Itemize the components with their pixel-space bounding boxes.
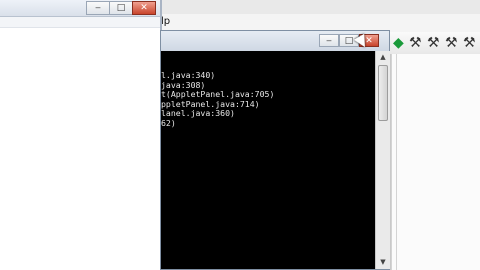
console-line: java:308) — [161, 79, 206, 90]
minimize-button[interactable]: ‒ — [86, 1, 110, 15]
console-line: t(AppletPanel.java:705) — [161, 89, 275, 100]
hammer-icon[interactable]: ⚒ — [427, 35, 440, 51]
left-window: ‒ □ ✕ — [0, 0, 162, 270]
left-window-toolbar — [0, 17, 160, 28]
scroll-up-icon[interactable]: ▲ — [376, 51, 390, 64]
console-line: ppletPanel.java:714) — [161, 98, 260, 109]
close-button[interactable]: ✕ — [132, 1, 156, 15]
console-window-buttons: ‒ □ ✕ — [319, 34, 383, 47]
green-gem-icon[interactable]: ◆ — [393, 35, 404, 51]
scrollbar-thumb[interactable] — [378, 65, 388, 121]
left-window-titlebar: ‒ □ ✕ — [0, 0, 160, 17]
ide-titlebar — [150, 0, 480, 15]
hammer-icon[interactable]: ⚒ — [445, 35, 458, 51]
minimize-button[interactable]: ‒ — [319, 34, 339, 47]
console-window: ‒ □ ✕ l.java:340) java:308) t(AppletPane… — [160, 30, 390, 270]
hammer-icon[interactable]: ⚒ — [409, 35, 422, 51]
console-line: l.java:340) — [161, 70, 216, 80]
ide-side-panel — [390, 54, 480, 270]
console-text: l.java:340) java:308) t(AppletPanel.java… — [161, 70, 375, 129]
hammer-icon[interactable]: ⚒ — [463, 35, 476, 51]
help-menu[interactable]: lp — [161, 16, 170, 27]
console-line: lanel.java:360) — [161, 108, 235, 119]
vertical-scrollbar[interactable]: ▲ ▼ — [375, 51, 390, 269]
maximize-button[interactable]: □ — [109, 1, 133, 15]
console-output[interactable]: l.java:340) java:308) t(AppletPanel.java… — [161, 51, 375, 269]
scroll-down-icon[interactable]: ▼ — [376, 256, 390, 269]
console-line: 62) — [161, 117, 176, 128]
